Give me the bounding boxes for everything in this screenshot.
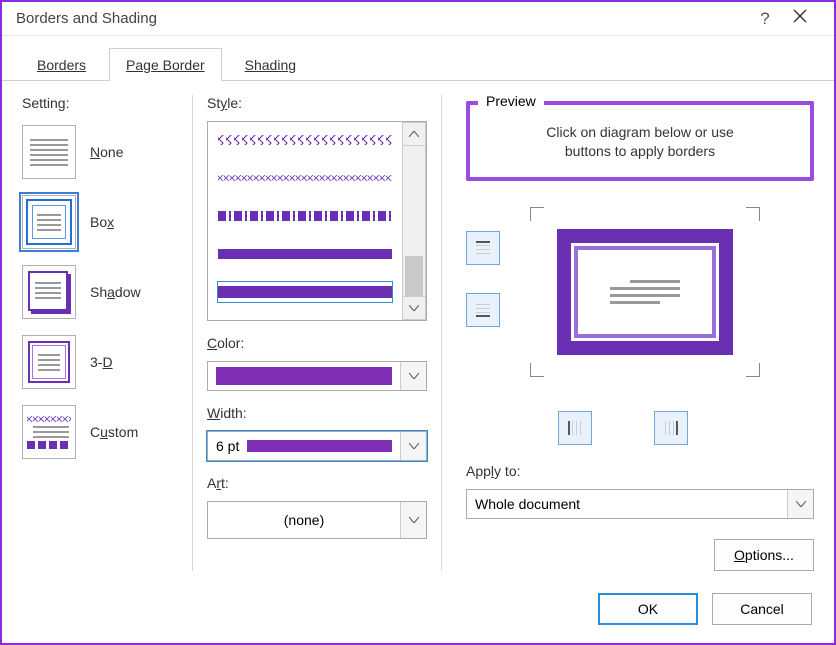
setting-shadow-icon: [22, 265, 76, 319]
style-option-zigzag-1[interactable]: [218, 130, 392, 150]
style-option-thick-xl[interactable]: [218, 282, 392, 302]
chevron-down-icon[interactable]: [400, 432, 426, 460]
scroll-up-icon[interactable]: [402, 122, 426, 146]
art-label: Art:: [207, 475, 427, 491]
border-right-button[interactable]: [654, 411, 688, 445]
scroll-thumb[interactable]: [405, 256, 423, 296]
apply-to-label: Apply to:: [466, 463, 814, 479]
apply-to-value: Whole document: [475, 496, 580, 512]
style-option-zigzag-2[interactable]: [218, 168, 392, 188]
setting-custom-icon: [22, 405, 76, 459]
style-label: Style:: [207, 95, 427, 111]
preview-diagram[interactable]: [530, 207, 760, 377]
width-dropdown[interactable]: 6 pt: [207, 431, 427, 461]
chevron-down-icon[interactable]: [787, 490, 813, 518]
help-button[interactable]: ?: [750, 9, 780, 29]
scroll-track[interactable]: [402, 146, 426, 296]
borders-shading-dialog: Borders and Shading ? Borders Page Borde…: [0, 0, 836, 645]
chevron-down-icon[interactable]: [400, 502, 426, 538]
border-top-button[interactable]: [466, 231, 500, 265]
setting-custom[interactable]: Custom: [22, 405, 192, 459]
setting-box-icon: [22, 195, 76, 249]
setting-box[interactable]: Box: [22, 195, 192, 249]
preview-hint: Click on diagram below or usebuttons to …: [482, 123, 798, 167]
style-column: Style: Color: Wi: [192, 95, 442, 571]
setting-3d[interactable]: 3-D: [22, 335, 192, 389]
preview-page-icon: [557, 229, 733, 355]
border-bottom-button[interactable]: [466, 293, 500, 327]
setting-3d-icon: [22, 335, 76, 389]
close-button[interactable]: [780, 9, 820, 28]
ok-button[interactable]: OK: [598, 593, 698, 625]
preview-column: Preview Click on diagram below or usebut…: [442, 95, 814, 571]
chevron-down-icon[interactable]: [400, 362, 426, 390]
color-dropdown[interactable]: [207, 361, 427, 391]
options-button[interactable]: Options...: [714, 539, 814, 571]
setting-none-label: None: [90, 144, 123, 160]
setting-label: Setting:: [22, 95, 192, 111]
border-left-button[interactable]: [558, 411, 592, 445]
setting-shadow[interactable]: Shadow: [22, 265, 192, 319]
titlebar: Borders and Shading ?: [2, 2, 834, 36]
color-label: Color:: [207, 335, 427, 351]
style-scrollbar[interactable]: [402, 122, 426, 320]
cancel-button[interactable]: Cancel: [712, 593, 812, 625]
width-value: 6 pt: [216, 438, 239, 454]
setting-box-label: Box: [90, 214, 114, 230]
preview-legend: Preview: [478, 93, 544, 109]
preview-fieldset: Preview Click on diagram below or usebut…: [466, 101, 814, 181]
scroll-down-icon[interactable]: [402, 296, 426, 320]
window-title: Borders and Shading: [16, 10, 750, 27]
setting-none[interactable]: None: [22, 125, 192, 179]
setting-3d-label: 3-D: [90, 354, 113, 370]
width-label: Width:: [207, 405, 427, 421]
setting-none-icon: [22, 125, 76, 179]
dialog-footer: OK Cancel: [2, 581, 834, 643]
setting-custom-label: Custom: [90, 424, 138, 440]
tab-shading[interactable]: Shading: [228, 48, 313, 81]
setting-column: Setting: None Box: [22, 95, 192, 571]
tab-page-border[interactable]: Page Border: [109, 48, 222, 81]
style-option-thick[interactable]: [218, 244, 392, 264]
tab-strip: Borders Page Border Shading: [2, 36, 834, 81]
setting-shadow-label: Shadow: [90, 284, 141, 300]
color-swatch: [216, 367, 392, 385]
art-value: (none): [284, 512, 324, 528]
tab-borders[interactable]: Borders: [20, 48, 103, 81]
art-dropdown[interactable]: (none): [207, 501, 427, 539]
width-bar-icon: [247, 440, 392, 452]
style-list[interactable]: [207, 121, 427, 321]
style-option-dashdot[interactable]: [218, 206, 392, 226]
apply-to-dropdown[interactable]: Whole document: [466, 489, 814, 519]
preview-area: [466, 207, 814, 377]
